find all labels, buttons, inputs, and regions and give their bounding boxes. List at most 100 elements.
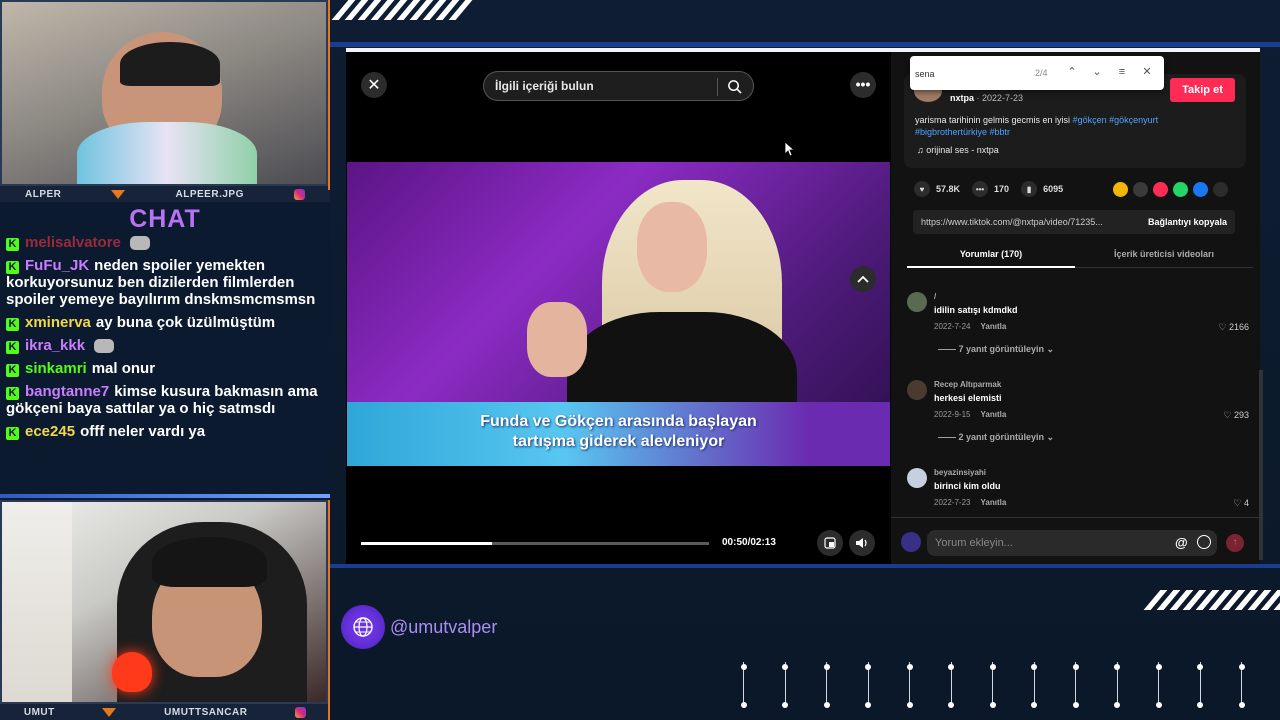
emoji-icon[interactable]: [1197, 535, 1211, 549]
chevron-up-icon[interactable]: ⌃: [1065, 65, 1079, 79]
scrollbar[interactable]: [1259, 370, 1263, 560]
video-caption: Funda ve Gökçen arasında başlayan tartış…: [347, 412, 890, 452]
send-icon[interactable]: [1153, 182, 1168, 197]
figure-hand: [527, 302, 587, 377]
more-icon: •••: [855, 76, 871, 92]
decor-dot: [1114, 702, 1120, 708]
view-replies-button[interactable]: —— 7 yanıt görüntüleyin ⌄: [938, 344, 1054, 355]
pip-button[interactable]: [817, 530, 843, 556]
chat-username[interactable]: bangtanne7: [25, 383, 109, 400]
video-frame: Funda ve Gökçen arasında başlayan tartış…: [347, 162, 890, 466]
filter-icon[interactable]: ≡: [1115, 65, 1129, 79]
tab-comments[interactable]: Yorumlar (170): [907, 242, 1075, 268]
comment-likes[interactable]: ♡ 2166: [1218, 322, 1249, 333]
chat-text: mal onur: [91, 360, 156, 377]
facebook-icon[interactable]: [1193, 182, 1208, 197]
comment-placeholder: Yorum ekleyin...: [935, 537, 1013, 549]
decor-dot: [948, 702, 954, 708]
decor-dot: [1155, 664, 1162, 670]
like-stat[interactable]: ♥ 57.8K: [914, 181, 960, 197]
save-stat[interactable]: ▮ 6095: [1021, 181, 1063, 197]
commenter-name[interactable]: beyazinsiyahi: [934, 468, 986, 477]
chat-username[interactable]: melisalvatore: [25, 234, 121, 251]
reply-button[interactable]: Yanıtla: [980, 410, 1006, 419]
chat-username[interactable]: ece245: [25, 423, 75, 440]
chat-username[interactable]: xminerva: [25, 314, 91, 331]
mention-icon[interactable]: @: [1175, 535, 1188, 550]
search-icon[interactable]: [727, 79, 742, 94]
commenter-name[interactable]: /: [934, 292, 936, 301]
heart-icon: ♥: [914, 181, 930, 197]
chevron-down-icon[interactable]: ⌄: [1090, 65, 1104, 79]
tab-creator-videos[interactable]: İçerik üreticisi videoları: [1075, 242, 1253, 268]
commenter-name[interactable]: Recep Altıparmak: [934, 380, 1001, 389]
volume-icon: [856, 538, 867, 548]
close-icon[interactable]: ✕: [1140, 65, 1154, 79]
coin-icon[interactable]: [1113, 182, 1128, 197]
video-progress-bar[interactable]: [361, 542, 709, 545]
embed-icon[interactable]: [1133, 182, 1148, 197]
follow-button[interactable]: Takip et: [1170, 78, 1235, 102]
chat-username[interactable]: sinkamri: [25, 360, 87, 377]
more-options-button[interactable]: •••: [850, 72, 876, 98]
replies-label: 2 yanıt görüntüleyin: [958, 432, 1045, 442]
commenter-avatar[interactable]: [907, 380, 927, 400]
emote-icon: [130, 236, 151, 251]
kick-icon: K: [6, 238, 19, 251]
author-name[interactable]: nxtpa: [950, 93, 974, 103]
instagram-icon: [295, 706, 307, 718]
decor-dot: [906, 702, 913, 708]
comment-meta: 2022-7-23 Yanıtla: [934, 498, 1006, 507]
copy-link-button[interactable]: Bağlantıyı kopyala: [1148, 217, 1227, 227]
comment-input[interactable]: Yorum ekleyin...: [927, 530, 1217, 556]
figure-face: [637, 202, 707, 292]
streamer-left-name: ALPER: [25, 188, 62, 200]
decor-dot: [865, 702, 871, 708]
close-button[interactable]: ✕: [361, 72, 387, 98]
search-input[interactable]: İlgili içeriği bulun: [483, 71, 754, 101]
user-avatar: [901, 532, 921, 552]
comment-count: 170: [994, 184, 1010, 194]
arrow-up-icon: ↑: [1232, 537, 1238, 548]
streamer-shirt: [77, 122, 257, 184]
comment-likes[interactable]: ♡ 293: [1223, 410, 1249, 421]
decor-dot: [948, 664, 954, 670]
find-input[interactable]: sena: [915, 69, 935, 79]
send-button[interactable]: ↑: [1226, 534, 1244, 552]
description-text: yarisma tarihinin gelmis gecmis en iyisi: [915, 115, 1071, 125]
bookmark-icon: ▮: [1021, 181, 1038, 197]
decor-dot: [1238, 664, 1245, 670]
post-link[interactable]: https://www.tiktok.com/@nxtpa/video/7123…: [921, 217, 1103, 227]
headphones: [120, 42, 220, 86]
comment-stat[interactable]: ••• 170: [972, 181, 1009, 197]
caption-line-2: tartışma giderek alevleniyor: [512, 433, 725, 450]
view-replies-button[interactable]: —— 2 yanıt görüntüleyin ⌄: [938, 432, 1054, 443]
webcam-alper: [0, 0, 328, 186]
chat-username[interactable]: FuFu_JK: [25, 257, 89, 274]
replies-label: 7 yanıt görüntüleyin: [958, 344, 1045, 354]
commenter-avatar[interactable]: [907, 292, 927, 312]
search-divider: [717, 78, 718, 96]
reply-button[interactable]: Yanıtla: [980, 322, 1006, 331]
orange-divider: [328, 500, 330, 720]
sound-line[interactable]: ♫ orijinal ses - nxtpa: [917, 145, 999, 155]
video-player[interactable]: ✕ İlgili içeriği bulun ••• Funda ve Gökç…: [346, 52, 891, 564]
commenter-avatar[interactable]: [907, 468, 927, 488]
like-count: 4: [1243, 498, 1249, 508]
stream-overlay: ALPER ALPEER.JPG CHAT Kmelisalvatore K Fu…: [0, 0, 1280, 720]
chat-panel: CHAT Kmelisalvatore K FuFu_JK neden spoile…: [0, 202, 330, 494]
kick-icon: K: [6, 261, 19, 274]
previous-video-button[interactable]: [850, 266, 876, 292]
whatsapp-icon[interactable]: [1173, 182, 1188, 197]
save-count: 6095: [1043, 184, 1064, 194]
video-timecode: 00:50/02:13: [722, 537, 776, 548]
decor-dot: [1197, 664, 1203, 670]
reply-button[interactable]: Yanıtla: [980, 498, 1006, 507]
share-arrow-icon[interactable]: [1213, 182, 1228, 197]
volume-button[interactable]: [849, 530, 875, 556]
heart-outline-icon: ♡: [1223, 410, 1232, 420]
decor-dot: [1031, 664, 1037, 670]
comment-likes[interactable]: ♡ 4: [1233, 498, 1249, 509]
decor-dot: [989, 702, 996, 708]
chat-username[interactable]: ikra_kkk: [25, 337, 85, 354]
